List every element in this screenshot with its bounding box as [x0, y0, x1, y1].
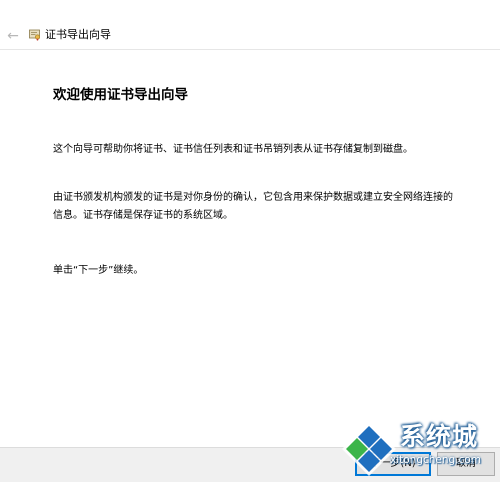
- footer-bar: 下一步(N) 取消: [0, 447, 500, 482]
- cancel-button[interactable]: 取消: [437, 452, 495, 476]
- back-arrow-icon[interactable]: ←: [4, 28, 22, 44]
- window-title: 证书导出向导: [45, 28, 111, 41]
- certificate-icon: [29, 29, 41, 41]
- page-title: 欢迎使用证书导出向导: [53, 87, 188, 103]
- instruction-paragraph: 单击“下一步”继续。: [53, 265, 144, 276]
- certificate-export-wizard-window: ← 证书导出向导 欢迎使用证书导出向导 这个向导可帮助你将证书、证书信任列表和证…: [0, 0, 500, 482]
- wizard-content: 欢迎使用证书导出向导 这个向导可帮助你将证书、证书信任列表和证书吊销列表从证书存…: [0, 50, 500, 447]
- next-button[interactable]: 下一步(N): [355, 452, 431, 476]
- intro-paragraph: 这个向导可帮助你将证书、证书信任列表和证书吊销列表从证书存储复制到磁盘。: [53, 144, 413, 155]
- title-bar: ← 证书导出向导: [0, 0, 500, 50]
- description-paragraph: 由证书颁发机构颁发的证书是对你身份的确认，它包含用来保护数据或建立安全网络连接的…: [53, 192, 453, 221]
